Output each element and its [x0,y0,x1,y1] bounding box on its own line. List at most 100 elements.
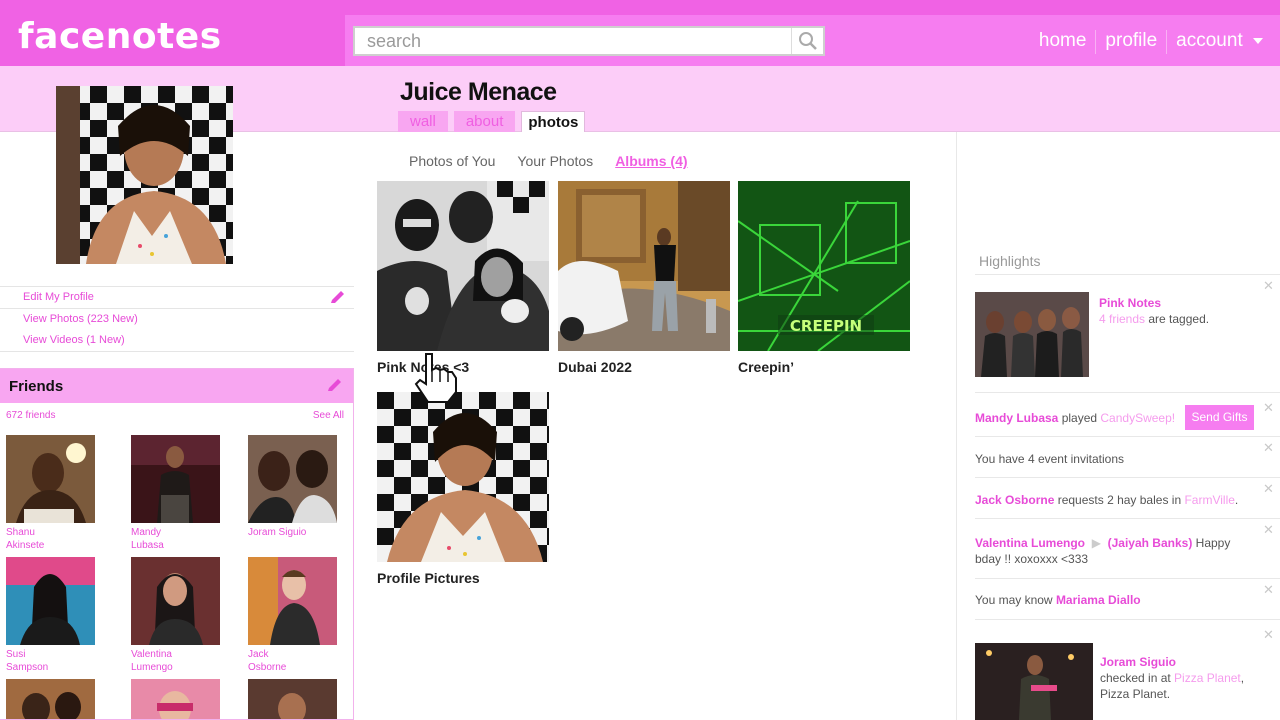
highlight-text: checked in at [1100,671,1175,685]
friend-photo[interactable] [248,557,337,645]
friend-name[interactable]: Mandy Lubasa [131,526,191,552]
highlight-tagged: Pink Notes 4 friends are tagged. [1099,295,1269,327]
divider [975,436,1280,437]
album-cover[interactable] [377,392,549,562]
profile-photo-image [56,86,233,264]
friend-photo[interactable] [131,557,220,645]
friend-card[interactable]: Susi Sampson [6,557,96,674]
profile-links: Edit My Profile View Photos (223 New) Vi… [0,286,354,352]
highlight-album-link[interactable]: Pink Notes [1099,296,1161,310]
see-all-link[interactable]: See All [313,410,344,421]
pencil-icon[interactable] [328,290,346,306]
search-icon [798,32,817,50]
friend-name[interactable]: Susi Sampson [6,648,66,674]
friend-card[interactable]: Jack Osborne [248,557,338,674]
nav-home[interactable]: home [1030,30,1097,54]
close-icon[interactable]: ✕ [1263,278,1274,294]
friend-card[interactable] [131,679,221,719]
subtab-photos-of-you[interactable]: Photos of You [409,153,495,169]
friend-link[interactable]: Mariama Diallo [1056,593,1141,607]
subtab-albums[interactable]: Albums (4) [615,153,687,169]
divider [975,518,1280,519]
highlight-text: played [1058,411,1101,425]
profile-photo[interactable] [56,86,233,264]
game-link[interactable]: FarmVille [1184,493,1234,507]
nav-account[interactable]: account [1167,30,1264,54]
friend-card[interactable]: Joram Siguio [248,435,338,539]
tab-photos[interactable]: photos [521,111,586,132]
checkin-photo[interactable] [975,643,1093,720]
friend-photo[interactable] [131,435,220,523]
highlight-events[interactable]: You have 4 event invitations [975,451,1265,467]
friend-name[interactable]: Valentina Lumengo [131,648,191,674]
friend-card[interactable] [6,679,96,719]
search-button[interactable] [791,28,823,54]
top-nav: home profile account [1030,30,1264,54]
view-photos-link[interactable]: View Photos (223 New) [0,309,354,330]
friend-link[interactable]: (Jaiyah Banks) [1108,536,1193,550]
nav-profile[interactable]: profile [1096,30,1168,54]
friend-photo[interactable] [248,435,337,523]
pencil-icon[interactable] [325,378,343,394]
friends-title: Friends [9,378,64,395]
friends-count: 672 friends [6,410,56,421]
divider [975,578,1280,579]
album-cover-overlay-text: CREEPIN [790,317,862,335]
send-gifts-button[interactable]: Send Gifts [1185,405,1254,430]
album-title[interactable]: Pink Notes <3 [377,359,549,375]
place-link[interactable]: Pizza Planet [1174,671,1241,685]
subtab-your-photos[interactable]: Your Photos [517,153,593,169]
friend-card[interactable]: Mandy Lubasa [131,435,221,552]
album-title[interactable]: Creepin’ [738,359,910,375]
friends-box: Friends 672 friends See All Shanu Akinse… [0,368,354,720]
divider [975,392,1280,393]
divider [0,351,354,352]
caret-down-icon [1253,38,1263,44]
hand-cursor-icon [414,353,457,403]
game-link[interactable]: CandySweep! [1100,411,1175,425]
friend-photo[interactable] [6,679,95,719]
tab-wall[interactable]: wall [398,111,448,132]
album-title[interactable]: Profile Pictures [377,570,549,586]
friend-card[interactable]: Shanu Akinsete [6,435,96,552]
album-card[interactable]: Pink Notes <3 [377,181,549,375]
friend-link[interactable]: Valentina Lumengo [975,536,1085,550]
highlight-text: You may know [975,593,1056,607]
search-input[interactable] [355,28,793,54]
album-card[interactable]: Dubai 2022 [558,181,730,375]
friend-photo[interactable] [6,435,95,523]
friend-card[interactable] [248,679,338,719]
highlight-request: Jack Osborne requests 2 hay bales in Far… [975,492,1265,508]
album-cover[interactable] [558,181,730,351]
album-card[interactable]: CREEPIN Creepin’ [738,181,910,375]
photo-subtabs: Photos of You Your Photos Albums (4) [409,153,710,169]
friend-link[interactable]: Mandy Lubasa [975,411,1058,425]
logo[interactable]: facenotes [18,16,222,57]
highlight-photo[interactable] [975,292,1089,377]
divider [975,274,1280,275]
friends-header: Friends [0,369,353,403]
friend-photo[interactable] [248,679,337,719]
close-icon[interactable]: ✕ [1263,522,1274,538]
profile-tabs: wall about photos [398,111,591,132]
tab-about[interactable]: about [453,111,516,132]
album-cover[interactable] [377,181,549,351]
album-card[interactable]: Profile Pictures [377,392,549,586]
view-videos-link[interactable]: View Videos (1 New) [0,330,354,351]
close-icon[interactable]: ✕ [1263,627,1274,643]
divider [975,619,1280,620]
album-title[interactable]: Dubai 2022 [558,359,730,375]
friend-link[interactable]: Jack Osborne [975,493,1054,507]
friend-card[interactable]: Valentina Lumengo [131,557,221,674]
friend-name[interactable]: Shanu Akinsete [6,526,66,552]
friend-photo[interactable] [6,557,95,645]
friend-link[interactable]: Joram Siguio [1100,655,1176,669]
nav-account-label: account [1176,30,1243,51]
tagged-friends-link[interactable]: 4 friends [1099,312,1145,326]
edit-profile-link[interactable]: Edit My Profile [0,287,354,308]
friend-name[interactable]: Jack Osborne [248,648,308,674]
highlight-checkin: Joram Siguio checked in at Pizza Planet,… [1100,654,1270,702]
friend-photo[interactable] [131,679,220,719]
friend-name[interactable]: Joram Siguio [248,526,308,539]
album-cover[interactable]: CREEPIN [738,181,910,351]
